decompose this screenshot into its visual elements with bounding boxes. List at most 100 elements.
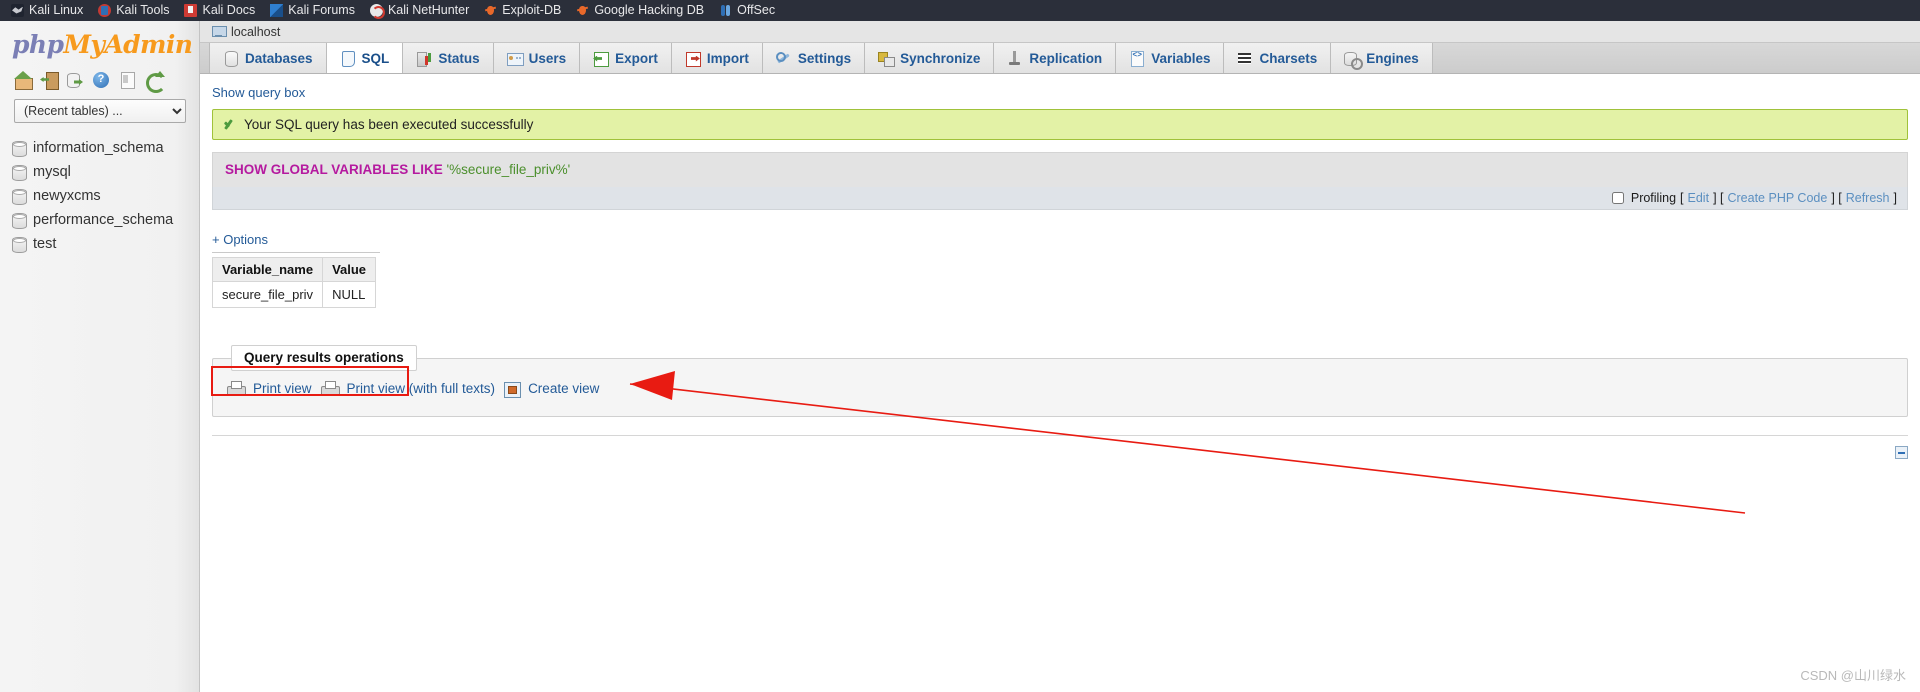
tab-charsets[interactable]: Charsets: [1224, 43, 1332, 73]
bookmark-item[interactable]: OffSec: [714, 2, 782, 19]
options-divider: [212, 252, 380, 253]
profiling-bracket-open: [: [1680, 191, 1684, 205]
bookmark-label: OffSec: [737, 3, 776, 17]
tab-engines[interactable]: Engines: [1331, 43, 1433, 73]
forums-icon: [270, 3, 284, 17]
database-icon: [12, 237, 27, 253]
reload-icon[interactable]: [144, 71, 166, 93]
tab-databases[interactable]: Databases: [209, 43, 327, 73]
executed-sql-display: SHOW GLOBAL VARIABLES LIKE '%secure_file…: [212, 152, 1908, 187]
sidebar-database-item[interactable]: performance_schema: [0, 208, 199, 232]
bookmark-item[interactable]: Exploit-DB: [479, 2, 568, 19]
table-cell: NULL: [322, 281, 377, 308]
profiling-toolbar: Profiling [ Edit ] [ Create PHP Code ] […: [212, 187, 1908, 210]
profiling-separator-1: ] [: [1713, 191, 1724, 205]
tab-export[interactable]: Export: [580, 43, 672, 73]
database-exit-icon[interactable]: [66, 71, 84, 89]
tab-label: Import: [706, 50, 749, 66]
bookmark-item[interactable]: Kali Docs: [179, 2, 262, 19]
tab-label: Charsets: [1259, 50, 1318, 66]
printer-icon: [227, 381, 246, 396]
create-view-link[interactable]: Create view: [528, 381, 599, 396]
main-tab-bar: Databases SQL Status Users Export Import Setti…: [200, 43, 1920, 74]
bookmark-label: Exploit-DB: [502, 3, 562, 17]
minimize-button[interactable]: [1895, 446, 1908, 459]
bookmark-label: Kali NetHunter: [387, 3, 470, 17]
engines-icon: [1344, 51, 1364, 70]
tab-status[interactable]: Status: [403, 43, 494, 73]
main-content-area: localhost Databases SQL Status Users Export I…: [200, 21, 1920, 692]
sql-string-literal: '%secure_file_priv%': [446, 162, 571, 177]
database-icon: [12, 141, 27, 157]
sql-icon: [340, 50, 355, 67]
tab-label: Users: [528, 50, 567, 66]
sidebar-database-item[interactable]: mysql: [0, 160, 199, 184]
database-name: newyxcms: [33, 188, 101, 204]
tab-label: Variables: [1151, 50, 1211, 66]
bookmark-item[interactable]: Kali Tools: [93, 2, 176, 19]
profiling-checkbox[interactable]: [1611, 192, 1624, 204]
home-icon[interactable]: [14, 71, 33, 90]
print-view-link[interactable]: Print view: [253, 381, 312, 396]
phpmyadmin-logo[interactable]: phpMyAdmin: [0, 21, 199, 63]
browser-bookmark-bar: Kali Linux Kali Tools Kali Docs Kali Forums…: [0, 0, 1920, 21]
offsec-icon: [719, 4, 732, 17]
tab-label: SQL: [361, 50, 390, 66]
database-icon: [12, 189, 27, 205]
bookmark-item[interactable]: Kali Linux: [6, 2, 90, 19]
table-column-header[interactable]: Variable_name: [211, 257, 324, 282]
show-query-box-link[interactable]: Show query box: [200, 74, 305, 109]
bug-icon: [484, 4, 497, 16]
options-toggle-link[interactable]: + Options: [212, 232, 268, 247]
create-php-code-link[interactable]: Create PHP Code: [1727, 191, 1827, 205]
recent-tables-select[interactable]: (Recent tables) ...: [14, 99, 186, 123]
tools-icon: [98, 3, 112, 17]
tab-replication[interactable]: Replication: [994, 43, 1117, 73]
tab-label: Databases: [245, 50, 313, 66]
help-icon[interactable]: [92, 71, 110, 89]
recent-tables-wrapper: (Recent tables) ...: [0, 89, 199, 129]
sql-keyword[interactable]: SHOW GLOBAL VARIABLES LIKE: [225, 162, 443, 177]
tab-settings[interactable]: Settings: [762, 43, 866, 73]
tab-label: Engines: [1366, 50, 1419, 66]
tab-import[interactable]: Import: [671, 43, 763, 73]
bookmark-item[interactable]: Google Hacking DB: [571, 2, 711, 19]
variables-icon: [1129, 50, 1145, 67]
documentation-icon[interactable]: [118, 71, 136, 89]
refresh-link[interactable]: Refresh: [1846, 191, 1890, 205]
bookmark-item[interactable]: Kali NetHunter: [365, 2, 476, 19]
tab-users[interactable]: Users: [493, 43, 581, 73]
sidebar-database-item[interactable]: newyxcms: [0, 184, 199, 208]
logo-php-text: php: [12, 30, 64, 59]
query-results-operations-legend: Query results operations: [231, 345, 417, 371]
navigation-panel: phpMyAdmin (Recent tables) ... informati…: [0, 21, 200, 692]
users-icon: [506, 51, 524, 66]
wrench-icon: [776, 51, 791, 66]
bookmark-item[interactable]: Kali Forums: [265, 2, 362, 19]
success-banner: Your SQL query has been executed success…: [212, 109, 1908, 140]
table-row: secure_file_priv NULL: [211, 281, 377, 308]
sidebar-database-item[interactable]: information_schema: [0, 136, 199, 160]
print-view-full-texts-link[interactable]: Print view (with full texts): [347, 381, 496, 396]
database-icon: [12, 165, 27, 181]
database-icon: [223, 50, 238, 67]
tab-synchronize[interactable]: Synchronize: [865, 43, 995, 73]
success-message: Your SQL query has been executed success…: [244, 117, 534, 132]
nethunter-icon: [369, 3, 385, 19]
tab-label: Status: [438, 50, 480, 66]
tab-variables[interactable]: Variables: [1116, 43, 1225, 73]
tab-sql[interactable]: SQL: [326, 43, 404, 73]
logout-icon[interactable]: [40, 71, 59, 90]
table-column-header[interactable]: Value: [322, 257, 377, 282]
import-icon: [685, 51, 701, 67]
server-icon: [212, 26, 227, 37]
bug-icon: [576, 4, 589, 16]
tab-label: Synchronize: [900, 50, 981, 66]
sidebar-database-item[interactable]: test: [0, 232, 199, 256]
bookmark-label: Kali Tools: [116, 3, 170, 17]
check-icon: [223, 118, 237, 132]
bookmark-label: Kali Docs: [202, 3, 256, 17]
charsets-icon: [1237, 51, 1252, 66]
bookmark-label: Google Hacking DB: [594, 3, 705, 17]
edit-link[interactable]: Edit: [1688, 191, 1710, 205]
